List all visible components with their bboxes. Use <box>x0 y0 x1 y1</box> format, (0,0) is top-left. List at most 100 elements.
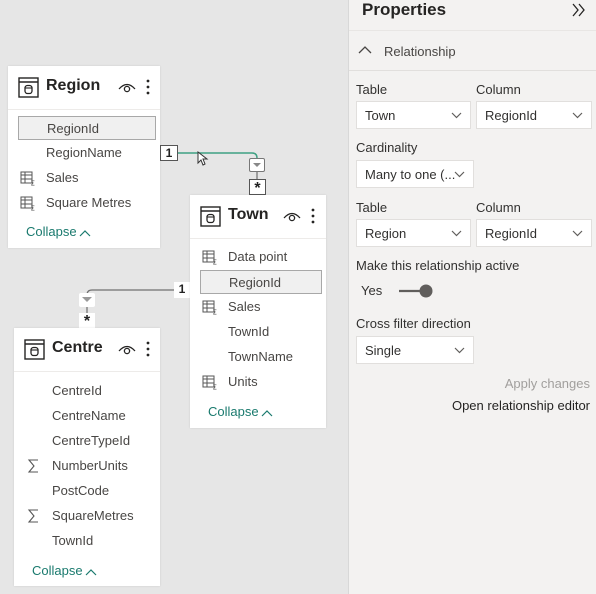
dropdown-value: RegionId <box>485 108 538 123</box>
chevron-down-icon <box>454 171 465 178</box>
panel-title: Properties <box>362 0 447 19</box>
field-label: CentreTypeId <box>52 433 131 448</box>
model-diagram-canvas[interactable]: 1 * 1 * Region RegionId RegionName Σ Sal… <box>0 0 348 594</box>
field-label: TownId <box>52 533 94 548</box>
table-icon <box>18 77 39 98</box>
measure-table-icon: Σ <box>202 375 217 390</box>
field-row[interactable]: Σ Data point <box>200 245 322 269</box>
field-label: SquareMetres <box>52 508 134 523</box>
field-row[interactable]: TownId <box>200 320 322 344</box>
chevron-up-icon <box>358 46 372 54</box>
table-name: Region <box>46 77 101 94</box>
active-toggle[interactable] <box>397 284 435 298</box>
cross-filter-dropdown[interactable]: Single <box>356 336 474 364</box>
relationship-line-town-region[interactable] <box>178 152 258 160</box>
cardinality-many-badge: * <box>79 313 95 330</box>
table-card-town[interactable]: Town Σ Data point RegionId Σ Sales TownI… <box>190 195 326 428</box>
collapse-panel-icon[interactable] <box>571 2 587 18</box>
eye-icon[interactable] <box>118 80 136 94</box>
field-row[interactable]: SquareMetres <box>24 504 156 528</box>
field-label: Sales <box>46 170 79 185</box>
to-table-dropdown[interactable]: Region <box>356 219 471 247</box>
cardinality-one-badge: 1 <box>160 145 178 161</box>
field-row[interactable]: TownId <box>24 529 156 553</box>
field-row[interactable]: TownName <box>200 345 322 369</box>
properties-panel: Properties Relationship Table Column Tow… <box>348 0 596 594</box>
column-label: Column <box>476 82 521 97</box>
cardinality-label: Cardinality <box>356 140 418 155</box>
chevron-up-icon <box>85 568 97 575</box>
field-row[interactable]: Σ Square Metres <box>18 191 156 215</box>
cardinality-many-badge: * <box>249 179 266 197</box>
field-label: CentreName <box>52 408 126 423</box>
eye-icon[interactable] <box>283 209 301 223</box>
measure-table-icon: Σ <box>202 250 217 266</box>
table-card-region[interactable]: Region RegionId RegionName Σ Sales Σ Squ… <box>8 66 160 248</box>
active-value-label: Yes <box>361 283 383 298</box>
field-label: Sales <box>228 299 261 314</box>
mouse-cursor-icon <box>197 151 209 166</box>
field-label: CentreId <box>52 383 102 398</box>
collapse-button[interactable]: Collapse <box>32 563 97 578</box>
collapse-button[interactable]: Collapse <box>208 404 273 419</box>
field-row[interactable]: Σ Units <box>200 370 322 394</box>
svg-text:Σ: Σ <box>213 309 217 316</box>
open-relationship-editor-link[interactable]: Open relationship editor <box>452 398 590 413</box>
relationship-section-header[interactable]: Relationship <box>349 30 596 71</box>
dropdown-value: RegionId <box>485 226 538 241</box>
field-label: TownId <box>228 324 270 339</box>
more-options-icon[interactable] <box>145 78 151 96</box>
field-label: NumberUnits <box>52 458 128 473</box>
chevron-up-icon <box>79 229 91 236</box>
field-row[interactable]: Σ Sales <box>18 166 156 190</box>
more-options-icon[interactable] <box>310 207 316 225</box>
table-name: Town <box>228 206 269 223</box>
svg-text:Σ: Σ <box>213 259 217 266</box>
field-row[interactable]: CentreId <box>24 379 156 403</box>
active-label: Make this relationship active <box>356 258 520 273</box>
table-card-centre[interactable]: Centre CentreId CentreName CentreTypeId … <box>14 328 160 586</box>
field-row[interactable]: NumberUnits <box>24 454 156 478</box>
apply-changes-button[interactable]: Apply changes <box>505 376 590 391</box>
dropdown-value: Single <box>365 343 402 358</box>
chevron-down-icon <box>451 230 462 237</box>
field-label: Square Metres <box>46 195 132 210</box>
chevron-down-icon <box>451 112 462 119</box>
field-row[interactable]: PostCode <box>24 479 156 503</box>
measure-table-icon: Σ <box>20 171 35 187</box>
from-column-dropdown[interactable]: RegionId <box>476 101 592 129</box>
more-options-icon[interactable] <box>145 340 151 358</box>
measure-table-icon: Σ <box>20 196 35 211</box>
relationship-line-centre-town[interactable] <box>86 289 174 296</box>
field-label: Data point <box>228 249 288 264</box>
table-card-header[interactable]: Town <box>190 195 326 239</box>
field-row[interactable]: RegionId <box>200 270 322 294</box>
field-label: RegionName <box>46 145 122 160</box>
column-label: Column <box>476 200 521 215</box>
field-row[interactable]: CentreName <box>24 404 156 428</box>
collapse-button[interactable]: Collapse <box>26 224 91 239</box>
cross-filter-label: Cross filter direction <box>356 316 471 331</box>
filter-direction-arrow <box>249 158 265 172</box>
eye-icon[interactable] <box>118 342 136 356</box>
table-icon <box>200 206 221 227</box>
table-card-header[interactable]: Centre <box>14 328 160 372</box>
table-card-header[interactable]: Region <box>8 66 160 110</box>
collapse-label: Collapse <box>32 563 83 578</box>
from-table-dropdown[interactable]: Town <box>356 101 471 129</box>
cardinality-one-badge: 1 <box>174 282 190 298</box>
dropdown-value: Many to one (... <box>365 167 456 182</box>
filter-direction-arrow <box>79 293 95 307</box>
section-label: Relationship <box>384 44 456 59</box>
svg-text:Σ: Σ <box>31 180 35 187</box>
to-column-dropdown[interactable]: RegionId <box>476 219 592 247</box>
field-row[interactable]: RegionName <box>18 141 156 165</box>
field-label: RegionId <box>229 275 282 290</box>
table-label: Table <box>356 200 388 215</box>
dropdown-value: Town <box>365 108 396 123</box>
cardinality-dropdown[interactable]: Many to one (... <box>356 160 474 188</box>
field-row[interactable]: CentreTypeId <box>24 429 156 453</box>
field-label: RegionId <box>47 121 100 136</box>
field-row[interactable]: Σ Sales <box>200 295 322 319</box>
field-row[interactable]: RegionId <box>18 116 156 140</box>
